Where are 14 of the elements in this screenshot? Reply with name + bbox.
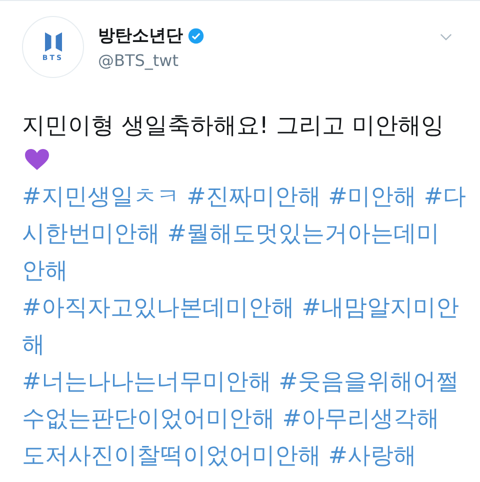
hashtag-line[interactable]: #지민생일ㅊㅋ #진짜미안해 #미안해 #다	[22, 179, 466, 216]
tweet-text: 지민이형 생일축하해요! 그리고 미안해잉	[22, 112, 446, 141]
hashtag-line[interactable]: 도저사진이찰떡이었어미안해 #사랑해	[22, 438, 417, 475]
hashtag-line[interactable]: 해	[22, 327, 45, 364]
chevron-down-icon[interactable]	[440, 33, 452, 41]
hashtag-line[interactable]: 안해	[22, 253, 68, 290]
logo-icon	[44, 32, 62, 52]
user-handle[interactable]: @BTS_twt	[98, 51, 440, 70]
heart-icon	[25, 149, 49, 171]
hashtag-line[interactable]: #아직자고있나본데미안해 #내맘알지미안	[22, 290, 459, 327]
hashtag-line[interactable]: 시한번미안해 #뭘해도멋있는거아는데미	[22, 216, 440, 253]
hashtag-line[interactable]: #너는나나는너무미안해 #웃음을위해어쩔	[22, 364, 459, 401]
display-name[interactable]: 방탄소년단	[98, 24, 183, 47]
hashtag-line[interactable]: 수없는판단이었어미안해 #아무리생각해	[22, 401, 440, 438]
